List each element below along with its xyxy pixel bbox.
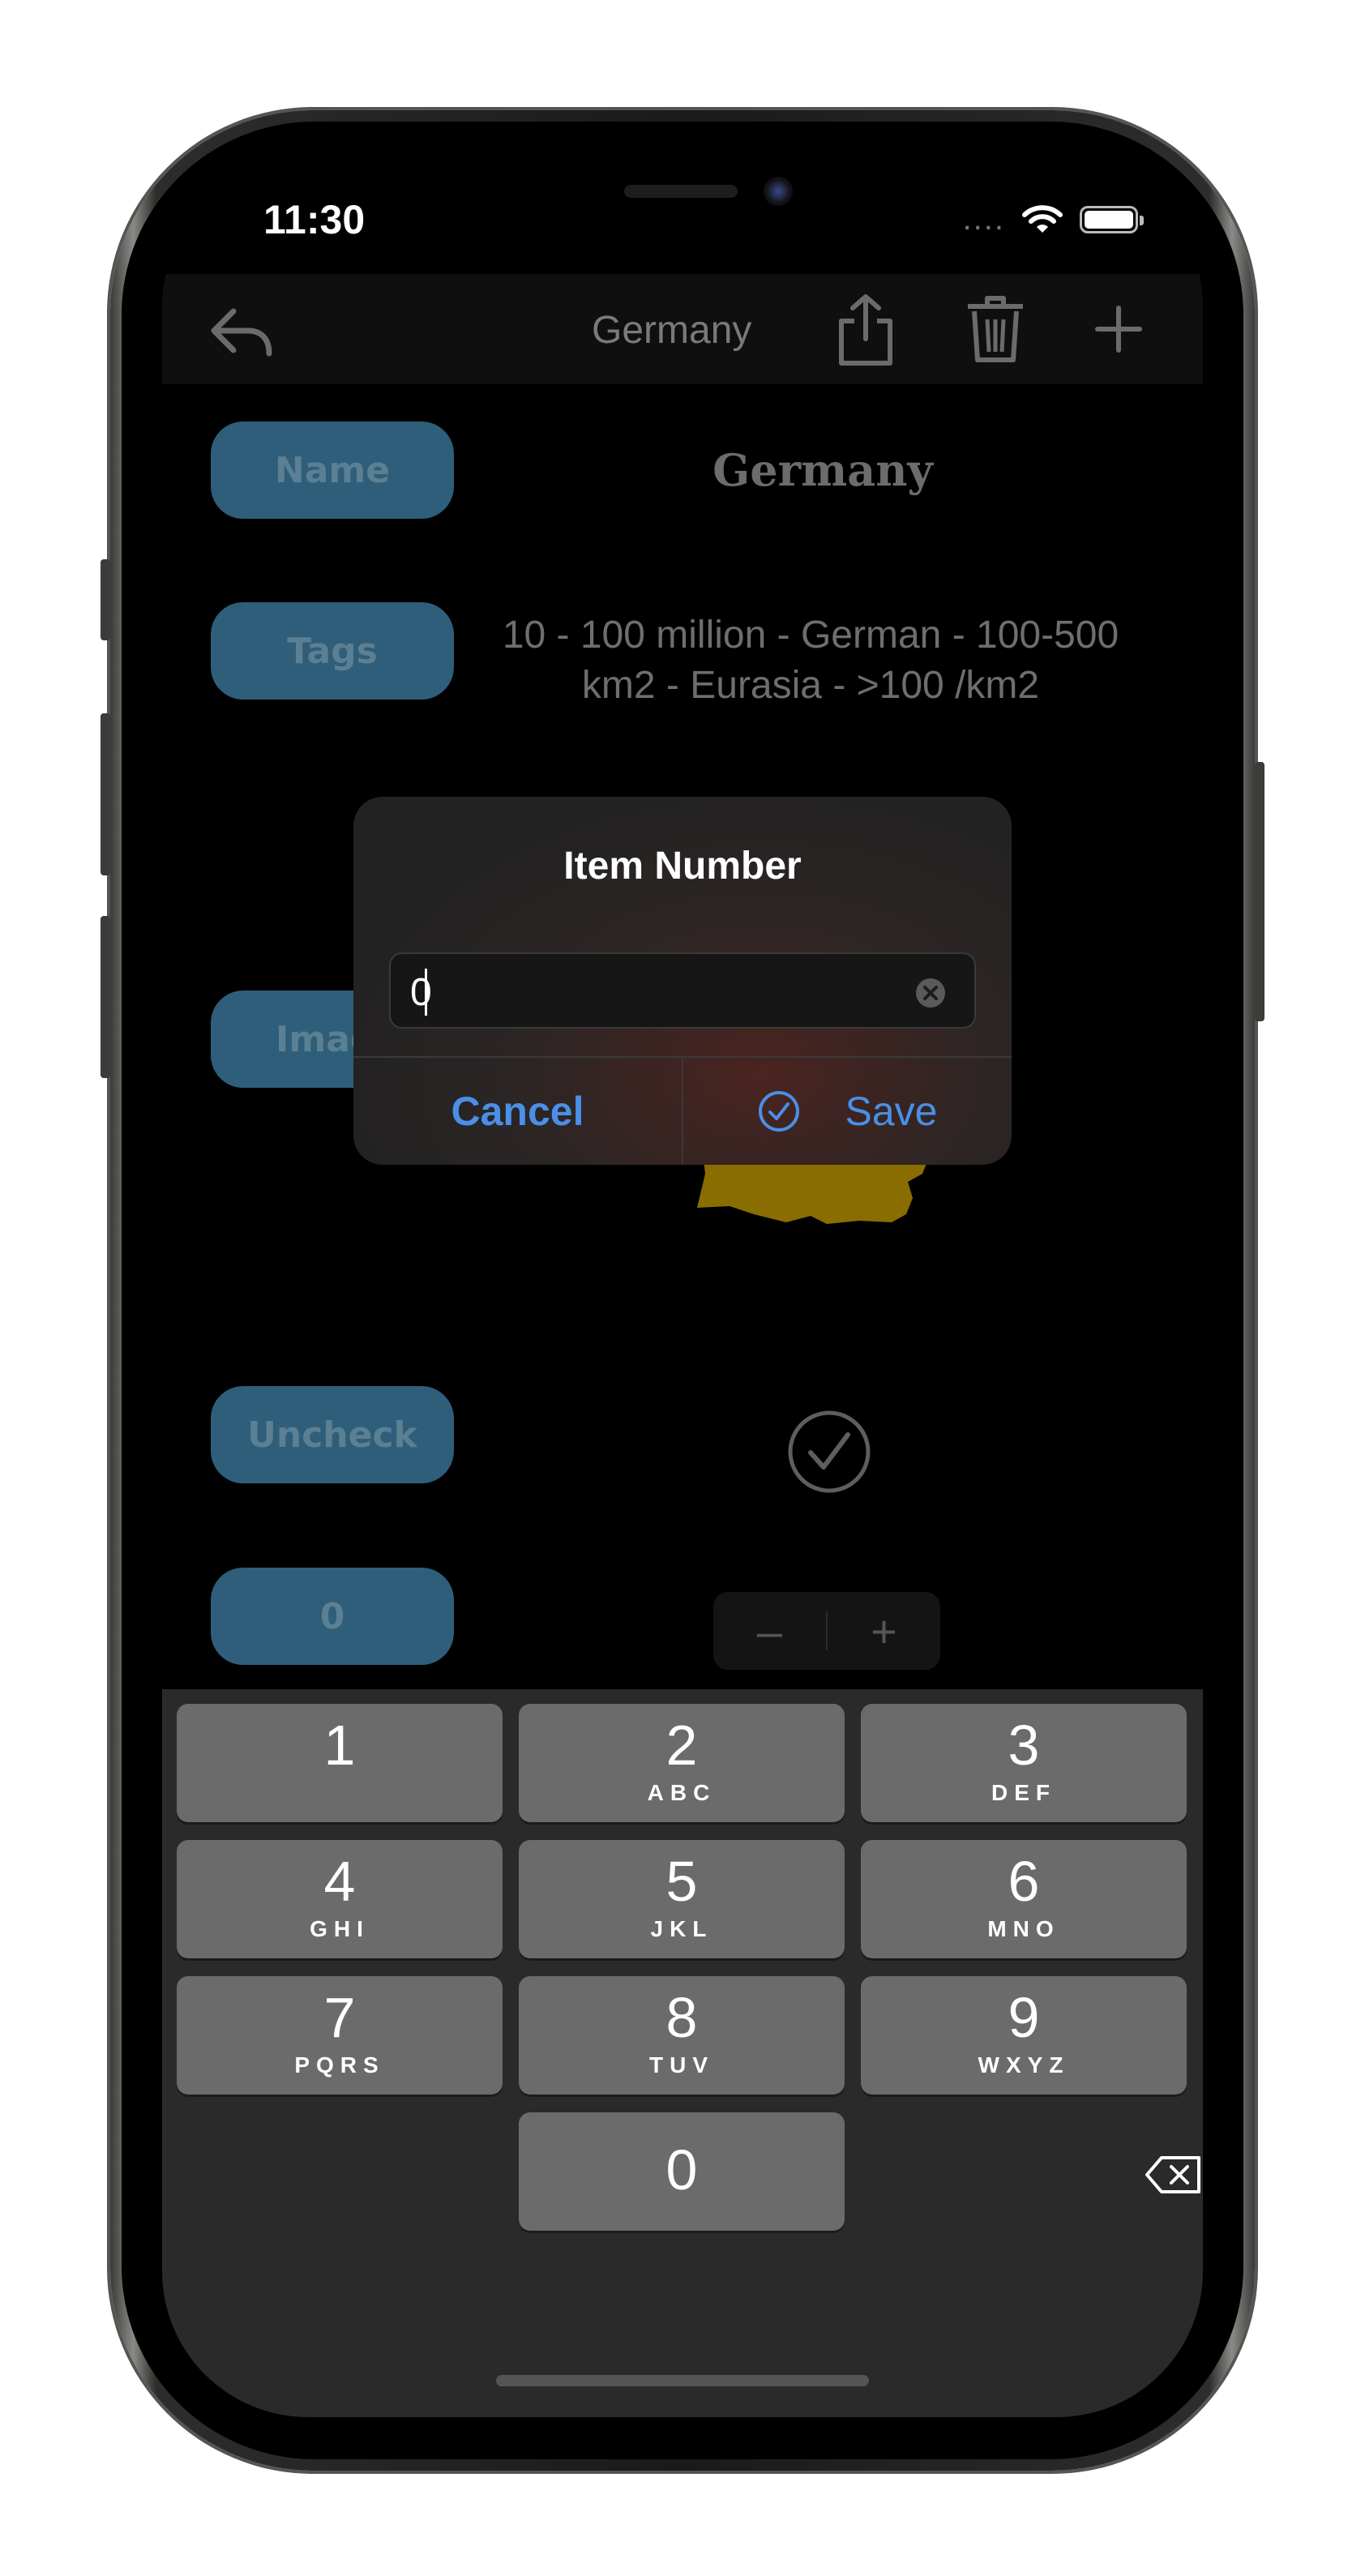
key-6[interactable]: 6 MNO [861,1840,1187,1958]
text-cursor [425,969,427,1016]
key-9[interactable]: 9 WXYZ [861,1976,1187,2095]
cellular-signal-icon: .... [962,201,1005,237]
front-camera [764,177,793,206]
key-digit: 7 [323,1986,356,2049]
volume-up-button [101,713,110,875]
home-indicator[interactable] [496,2375,869,2386]
save-label: Save [845,1089,938,1134]
nav-title: Germany [592,309,752,352]
key-digit: 6 [1008,1850,1040,1913]
key-letters: JKL [650,1916,713,1941]
key-0[interactable]: 0 [519,2112,845,2231]
cancel-button[interactable]: Cancel [353,1058,682,1165]
key-letters: GHI [310,1916,370,1941]
share-icon[interactable] [835,293,896,366]
checkmark-circle-icon [758,1091,799,1132]
key-digit: 0 [665,2138,698,2202]
tags-value-line1: 10 - 100 million - German - 100-500 [502,614,1119,657]
numeric-keypad: 1 2 ABC 3 DEF 4 GHI 5 JKL 6 MNO 7 PQRS 8 [162,1689,1203,2417]
item-number-input[interactable]: 0 [389,952,976,1029]
key-digit: 3 [1008,1714,1040,1777]
key-letters: DEF [991,1780,1056,1805]
wifi-icon [1022,204,1063,233]
status-time: 11:30 [263,197,366,242]
key-letters: ABC [647,1780,717,1805]
name-button[interactable]: Name [211,421,454,519]
key-digit: 2 [665,1714,698,1777]
uncheck-button[interactable]: Uncheck [211,1386,454,1483]
tags-value-line2: km2 - Eurasia - >100 /km2 [581,664,1040,707]
tags-value: 10 - 100 million - German - 100-500 km2 … [462,610,1159,711]
backspace-icon [1145,2156,1200,2193]
key-letters: WXYZ [978,2052,1070,2077]
save-button[interactable]: Save [683,1058,1012,1165]
key-2[interactable]: 2 ABC [519,1704,845,1822]
key-digit: 5 [665,1850,698,1913]
key-1[interactable]: 1 [177,1704,503,1822]
key-digit: 9 [1008,1986,1040,2049]
alert-title: Item Number [563,845,802,888]
key-7[interactable]: 7 PQRS [177,1976,503,2095]
speaker [624,185,738,198]
key-8[interactable]: 8 TUV [519,1976,845,2095]
stepper-decrement-button[interactable]: – [713,1605,826,1658]
key-3[interactable]: 3 DEF [861,1704,1187,1822]
mute-switch [101,559,110,640]
key-digit: 8 [665,1986,698,2049]
key-letters: PQRS [294,2052,385,2077]
screen: 11:30 .... Germany Name Germany Tags 1 0 [162,160,1203,2417]
name-value: Germany [712,444,933,496]
key-letters: MNO [987,1916,1060,1941]
key-5[interactable]: 5 JKL [519,1840,845,1958]
count-button[interactable]: 0 [211,1568,454,1665]
tags-button[interactable]: Tags [211,602,454,700]
key-letters: TUV [649,2052,714,2077]
key-digit: 4 [323,1850,356,1913]
delete-key[interactable] [1010,2116,1203,2234]
checkmark-circle-icon[interactable] [786,1409,872,1495]
navigation-bar: Germany [162,274,1203,384]
quantity-stepper[interactable]: – + [713,1592,940,1670]
status-indicators: .... [962,201,1144,237]
add-icon[interactable] [1094,305,1143,353]
item-number-input-value: 0 [410,971,432,1014]
power-button [1255,762,1264,1021]
item-number-alert: Item Number 0 Cancel Save [353,797,1012,1165]
battery-icon [1080,205,1144,233]
volume-down-button [101,916,110,1078]
clear-icon[interactable] [914,977,947,1009]
key-digit: 1 [323,1714,356,1777]
stepper-increment-button[interactable]: + [828,1605,940,1658]
notch [430,160,937,238]
back-icon[interactable] [209,305,274,362]
trash-icon[interactable] [965,295,1026,363]
key-4[interactable]: 4 GHI [177,1840,503,1958]
